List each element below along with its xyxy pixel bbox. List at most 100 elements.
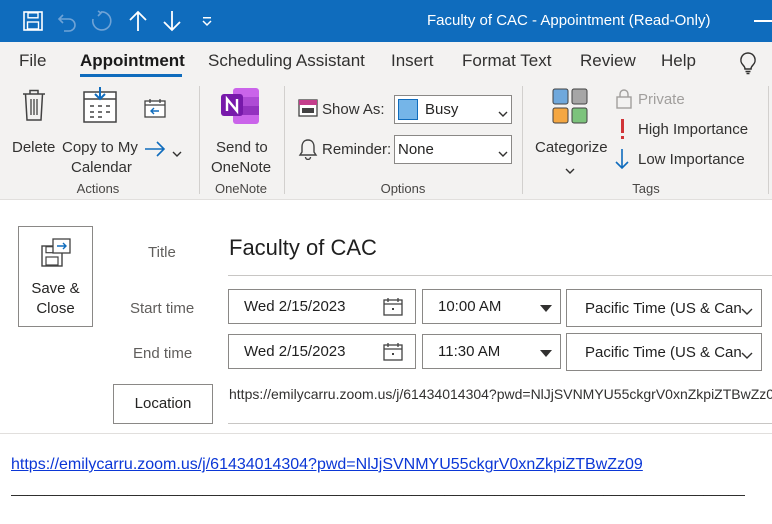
save-icon[interactable]	[20, 6, 46, 36]
show-as-label: Show As:	[322, 101, 385, 118]
chevron-down-icon	[741, 346, 753, 363]
ribbon: Delete Copy to My Calendar Actions Send …	[0, 78, 772, 200]
ribbon-separator	[522, 86, 523, 194]
save-close-icon	[40, 238, 72, 273]
send-to-onenote-button[interactable]: Send to OneNote	[205, 86, 277, 178]
reminder-label: Reminder:	[322, 141, 392, 158]
reminder-value: None	[398, 141, 434, 158]
chevron-down-icon	[172, 145, 182, 163]
copy-to-my-calendar-button[interactable]: Copy to My Calendar	[60, 86, 142, 178]
save-and-close-button[interactable]: Save & Close	[18, 226, 93, 327]
busy-color-swatch	[398, 99, 418, 120]
start-timezone-value: Pacific Time (US & Can	[585, 300, 742, 317]
tab-scheduling-assistant[interactable]: Scheduling Assistant	[208, 51, 365, 71]
end-date-value: Wed 2/15/2023	[244, 343, 346, 360]
reminder-dropdown[interactable]: None	[394, 135, 512, 164]
tab-review[interactable]: Review	[580, 51, 636, 71]
meeting-link[interactable]: https://emilycarru.zoom.us/j/61434014304…	[11, 456, 643, 474]
categorize-button[interactable]: Categorize	[530, 86, 610, 178]
end-time-dropdown[interactable]: 11:30 AM	[422, 334, 561, 369]
high-importance-button[interactable]: High Importance	[614, 118, 754, 142]
show-as-icon	[298, 98, 318, 123]
lock-icon	[616, 89, 632, 114]
title-underline	[228, 275, 772, 276]
calendar-copy-icon	[82, 86, 118, 129]
location-underline	[228, 423, 772, 424]
window-title: Faculty of CAC - Appointment (Read-Only)	[427, 12, 711, 29]
group-label-onenote: OneNote	[214, 181, 268, 196]
copy-label-line2: Calendar	[71, 159, 132, 176]
onenote-icon	[221, 88, 261, 129]
categorize-icon	[552, 88, 588, 129]
tab-insert[interactable]: Insert	[391, 51, 434, 71]
caret-down-icon	[540, 305, 552, 312]
delete-button[interactable]: Delete	[8, 86, 60, 156]
high-importance-label: High Importance	[638, 121, 749, 138]
redo-icon[interactable]	[88, 6, 114, 36]
categorize-label: Categorize	[535, 139, 608, 156]
tab-file[interactable]: File	[19, 51, 46, 71]
body-divider	[0, 433, 772, 434]
title-field[interactable]: Faculty of CAC	[229, 235, 377, 261]
tab-appointment[interactable]: Appointment	[80, 51, 185, 71]
body-separator-line: ________________________________________…	[11, 480, 745, 497]
ribbon-separator	[284, 86, 285, 194]
tab-help[interactable]: Help	[661, 51, 696, 71]
private-label: Private	[638, 91, 685, 108]
start-time-value: 10:00 AM	[438, 298, 502, 315]
location-field[interactable]: https://emilycarru.zoom.us/j/61434014304…	[229, 386, 772, 402]
lightbulb-icon[interactable]	[738, 51, 758, 80]
end-date-picker[interactable]: Wed 2/15/2023	[228, 334, 416, 369]
exclamation-icon	[618, 118, 628, 145]
save-close-line2: Close	[36, 300, 75, 317]
group-label-tags: Tags	[632, 181, 660, 196]
tab-format-text[interactable]: Format Text	[462, 51, 551, 71]
group-label-actions: Actions	[76, 181, 120, 196]
end-time-label: End time	[133, 345, 193, 362]
low-importance-button[interactable]: Low Importance	[614, 148, 754, 172]
save-close-label: Save & Close	[19, 279, 92, 319]
send-label-line1: Send to	[216, 139, 268, 156]
chevron-down-icon	[498, 145, 508, 162]
customize-dropdown-icon[interactable]	[198, 6, 216, 36]
delete-label: Delete	[12, 139, 56, 156]
calendar-small-icon[interactable]	[144, 98, 166, 123]
save-close-line1: Save &	[31, 280, 80, 297]
up-arrow-icon[interactable]	[125, 6, 151, 36]
active-tab-indicator	[80, 74, 182, 77]
trash-icon	[21, 88, 47, 127]
show-as-value: Busy	[425, 101, 459, 118]
chevron-down-icon	[498, 105, 508, 122]
start-timezone-dropdown[interactable]: Pacific Time (US & Can	[566, 289, 762, 327]
down-arrow-icon[interactable]	[159, 6, 185, 36]
chevron-down-icon	[565, 162, 575, 180]
right-arrow-icon	[144, 140, 166, 163]
show-as-dropdown[interactable]: Busy	[394, 95, 512, 124]
caret-down-icon	[540, 350, 552, 357]
calendar-icon[interactable]	[383, 343, 403, 365]
group-label-options: Options	[380, 181, 426, 196]
bell-icon	[298, 138, 318, 165]
start-date-picker[interactable]: Wed 2/15/2023	[228, 289, 416, 324]
private-button[interactable]: Private	[614, 88, 694, 112]
move-button[interactable]	[144, 138, 184, 160]
send-label-line2: OneNote	[211, 159, 272, 176]
ribbon-separator	[768, 86, 769, 194]
copy-label-line1: Copy to My	[62, 139, 138, 156]
start-date-value: Wed 2/15/2023	[244, 298, 346, 315]
low-importance-label: Low Importance	[638, 151, 745, 168]
location-button[interactable]: Location	[113, 384, 213, 424]
minimize-icon[interactable]	[754, 20, 772, 22]
ribbon-tabs: File Appointment Scheduling Assistant In…	[0, 42, 772, 78]
chevron-down-icon	[741, 302, 753, 319]
undo-icon[interactable]	[54, 6, 80, 36]
start-time-dropdown[interactable]: 10:00 AM	[422, 289, 561, 324]
ribbon-separator	[199, 86, 200, 194]
title-label: Title	[148, 244, 176, 261]
start-time-label: Start time	[130, 300, 195, 317]
title-bar: Faculty of CAC - Appointment (Read-Only)	[0, 0, 772, 42]
end-time-value: 11:30 AM	[438, 343, 501, 360]
end-timezone-dropdown[interactable]: Pacific Time (US & Can	[566, 333, 762, 371]
calendar-icon[interactable]	[383, 298, 403, 320]
end-timezone-value: Pacific Time (US & Can	[585, 344, 742, 361]
